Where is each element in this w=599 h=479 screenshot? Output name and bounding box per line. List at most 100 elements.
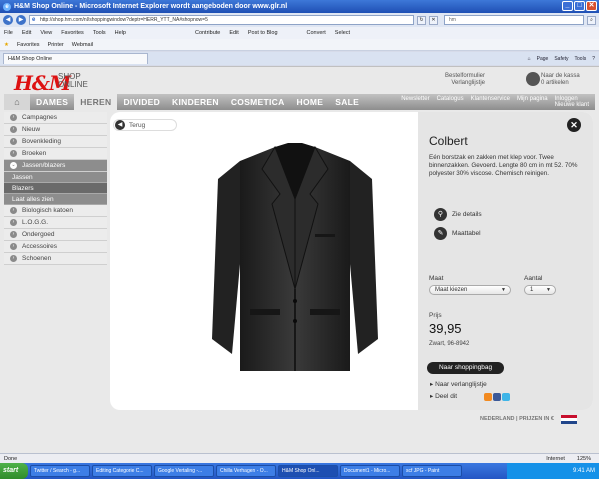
sidebar-item-accessoires[interactable]: › Accessoires	[4, 241, 107, 253]
menu-edit[interactable]: Edit	[22, 30, 31, 36]
edit-button[interactable]: Edit	[229, 30, 238, 36]
home-nav-icon[interactable]: ⌂	[4, 94, 30, 110]
chevron-right-icon: ›	[10, 126, 17, 133]
back-arrow-icon[interactable]: ◀	[3, 15, 13, 25]
close-window-button[interactable]: ✕	[586, 1, 597, 11]
facebook-icon[interactable]	[493, 393, 501, 401]
chevron-right-icon: ›	[10, 255, 17, 262]
post-to-blog-button[interactable]: Post to Blog	[248, 30, 278, 36]
back-button[interactable]: ◀ Terug	[113, 119, 177, 131]
start-button[interactable]: start	[0, 463, 28, 479]
minimize-button[interactable]: _	[562, 1, 573, 11]
mijn-pagina-link[interactable]: Mijn pagina	[517, 96, 548, 108]
sidebar-item-campagnes[interactable]: › Campagnes	[4, 112, 107, 124]
sidebar-item-logg[interactable]: › L.O.G.G.	[4, 217, 107, 229]
rss-icon[interactable]	[484, 393, 492, 401]
favorites-star-icon[interactable]: ★	[4, 42, 9, 48]
address-bar: ◀ ▶ http://shop.hm.com/nl/shoppingwindow…	[0, 13, 599, 27]
search-icon[interactable]: ⌕	[587, 15, 596, 25]
size-chart-link[interactable]: ✎ Maattabel	[434, 227, 481, 240]
shop-online-label: SHOP ONLINE	[58, 73, 88, 89]
country-selector[interactable]: NEDERLAND | PRIJZEN IN €	[480, 416, 554, 422]
page-menu[interactable]: Page	[537, 56, 549, 62]
refresh-icon[interactable]: ↻	[417, 15, 426, 25]
task-twitter[interactable]: Twitter / Search - g...	[30, 465, 90, 477]
contribute-button[interactable]: Contribute	[195, 30, 220, 36]
clock[interactable]: 9:41 AM	[573, 468, 595, 474]
help-icon[interactable]: ?	[592, 56, 595, 62]
task-editing[interactable]: Editing Categorie C...	[92, 465, 152, 477]
sidebar-item-nieuw[interactable]: › Nieuw	[4, 124, 107, 136]
menu-file[interactable]: File	[4, 30, 13, 36]
flag-blue-stripe	[561, 421, 577, 424]
favorites-button[interactable]: Favorites	[17, 42, 40, 48]
quantity-select[interactable]: 1 ▼	[524, 285, 556, 295]
task-document[interactable]: Document1 - Micro...	[340, 465, 400, 477]
sidebar-item-biologisch-katoen[interactable]: › Biologisch katoen	[4, 205, 107, 217]
nav-home[interactable]: HOME	[291, 94, 330, 110]
maximize-button[interactable]: □	[574, 1, 585, 11]
sidebar-item-schoenen[interactable]: › Schoenen	[4, 253, 107, 265]
stop-icon[interactable]: ✕	[429, 15, 438, 25]
select-button[interactable]: Select	[335, 30, 350, 36]
nav-heren[interactable]: HEREN	[74, 94, 118, 110]
task-paint[interactable]: scf JPG - Paint	[402, 465, 462, 477]
nav-kinderen[interactable]: KINDEREN	[166, 94, 225, 110]
sidebar-item-label: Schoenen	[22, 255, 52, 262]
menu-favorites[interactable]: Favorites	[61, 30, 84, 36]
safety-menu[interactable]: Safety	[554, 56, 568, 62]
sidebar-item-jassen-blazers[interactable]: ⌄ Jassen/blazers	[4, 160, 107, 172]
close-icon[interactable]: ✕	[567, 118, 581, 132]
wishlist-top-link[interactable]: Verlanglijstje	[445, 80, 485, 87]
menu-view[interactable]: View	[40, 30, 52, 36]
wishlist-link[interactable]: ▸ Naar verlanglijstje	[430, 380, 487, 388]
product-description: Eén borstzak en zakken met klep voor. Tw…	[429, 154, 578, 177]
task-chilla[interactable]: Chilla Verhagen - O...	[216, 465, 276, 477]
sidebar-item-bovenkleding[interactable]: › Bovenkleding	[4, 136, 107, 148]
share-icons	[484, 393, 510, 401]
zoom-level[interactable]: 125%	[577, 456, 591, 462]
chevron-right-icon: ›	[10, 138, 17, 145]
home-icon[interactable]: ⌂	[528, 56, 531, 62]
browser-tab[interactable]: H&M Shop Online	[3, 53, 148, 64]
menu-help[interactable]: Help	[115, 30, 126, 36]
nav-cosmetica[interactable]: COSMETICA	[225, 94, 291, 110]
sidebar-subitem-jassen[interactable]: Jassen	[4, 172, 107, 183]
sidebar-subitem-blazers[interactable]: Blazers	[4, 183, 107, 194]
menu-tools[interactable]: Tools	[93, 30, 106, 36]
nav-divided[interactable]: DIVIDED	[117, 94, 166, 110]
shopping-bag-icon[interactable]	[526, 72, 540, 86]
cart-info: Naar de kassa 0 artikelen	[541, 73, 580, 87]
sidebar-item-ondergoed[interactable]: › Ondergoed	[4, 229, 107, 241]
forward-arrow-icon[interactable]: ▶	[16, 15, 26, 25]
nieuwe-klant-link[interactable]: Nieuwe klant	[555, 102, 589, 108]
catalogus-link[interactable]: Catalogus	[437, 96, 464, 108]
url-input[interactable]: http://shop.hm.com/nl/shoppingwindow?dep…	[29, 15, 414, 25]
sidebar-item-broeken[interactable]: › Broeken	[4, 148, 107, 160]
sidebar-item-label: Broeken	[22, 150, 47, 157]
task-google[interactable]: Google Vertaling -...	[154, 465, 214, 477]
search-input[interactable]: hm	[444, 15, 584, 25]
favorites-link-printer[interactable]: Printer	[48, 42, 64, 48]
sidebar-subitem-show-all[interactable]: Laat alles zien	[4, 194, 107, 205]
category-sidebar: › Campagnes › Nieuw › Bovenkleding › Broeken…	[4, 112, 107, 265]
checkout-link[interactable]: Naar de kassa	[541, 73, 580, 80]
share-link[interactable]: ▸ Deel dit	[430, 392, 457, 400]
nav-dames[interactable]: DAMES	[30, 94, 74, 110]
nav-sale[interactable]: SALE	[329, 94, 365, 110]
klantenservice-link[interactable]: Klantenservice	[471, 96, 510, 108]
twitter-icon[interactable]	[502, 393, 510, 401]
size-select[interactable]: Maat kiezen ▼	[429, 285, 511, 295]
security-zone: Internet	[546, 455, 565, 462]
details-label: Zie details	[452, 211, 482, 218]
tools-menu[interactable]: Tools	[575, 56, 587, 62]
order-form-link[interactable]: Bestelformulier	[445, 73, 485, 80]
details-link[interactable]: ⚲ Zie details	[434, 208, 482, 221]
netherlands-flag-icon[interactable]	[561, 415, 577, 424]
convert-button[interactable]: Convert	[307, 30, 326, 36]
chevron-right-icon: ›	[10, 243, 17, 250]
favorites-link-webmail[interactable]: Webmail	[72, 42, 93, 48]
add-to-bag-button[interactable]: Naar shoppingbag	[427, 362, 504, 374]
newsletter-link[interactable]: Newsletter	[401, 96, 429, 108]
task-hm-shop[interactable]: H&M Shop Onl...	[278, 465, 338, 477]
